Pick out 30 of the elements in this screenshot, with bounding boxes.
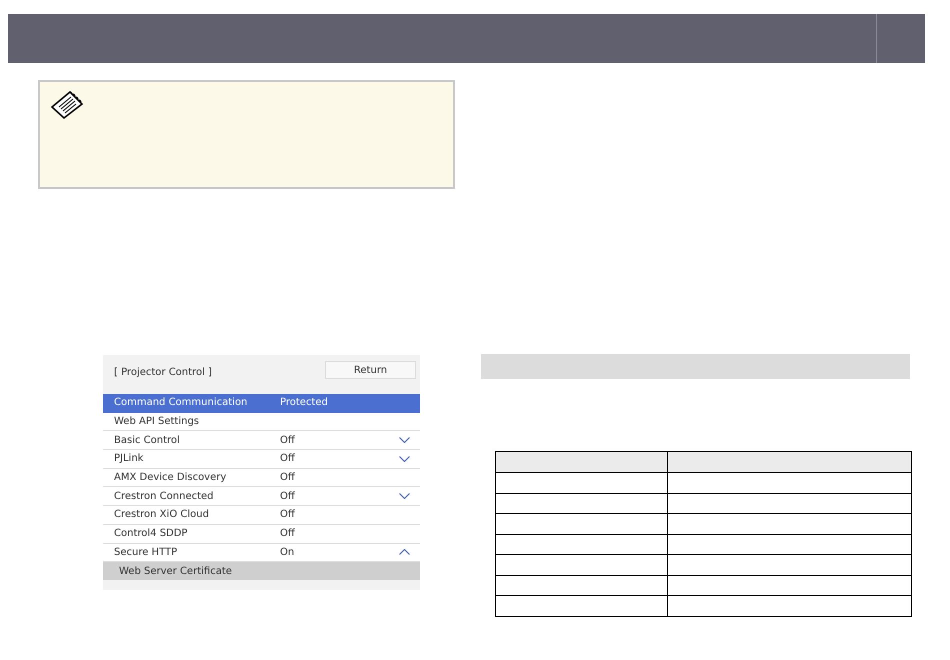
menu-row[interactable]: PJLink Off: [103, 450, 420, 469]
setting-label: Control4 SDDP: [114, 528, 188, 540]
menu-row[interactable]: Command Communication Protected: [103, 394, 420, 413]
menu-row[interactable]: Secure HTTP On: [103, 544, 420, 562]
setting-label: PJLink: [114, 453, 144, 464]
menu-row[interactable]: Basic Control Off: [103, 431, 420, 450]
setting-value: Protected: [280, 397, 329, 408]
setting-label: Web API Settings: [114, 416, 200, 428]
setting-label: AMX Device Discovery: [114, 472, 228, 484]
setting-label: Secure HTTP: [114, 546, 178, 558]
return-button[interactable]: Return: [325, 361, 416, 379]
setting-label: Crestron XiO Cloud: [114, 509, 210, 520]
submenu-item[interactable]: Web Server Certificate: [103, 562, 420, 580]
setting-value: Off: [280, 472, 296, 484]
menu-row[interactable]: Crestron XiO Cloud Off: [103, 506, 420, 525]
setting-value: Off: [280, 528, 296, 540]
menu-title: [ Projector Control ]: [114, 367, 212, 378]
menu-row[interactable]: Control4 SDDP Off: [103, 524, 420, 544]
setting-value: Off: [280, 434, 296, 446]
menu-row[interactable]: Web API Settings: [103, 412, 420, 432]
setting-value: Off: [280, 453, 296, 464]
setting-label: Command Communication: [114, 397, 248, 408]
setting-label: Crestron Connected: [114, 490, 215, 502]
menu-row[interactable]: AMX Device Discovery Off: [103, 468, 420, 488]
menu-row[interactable]: Crestron Connected Off: [103, 487, 420, 506]
setting-label: Basic Control: [114, 434, 181, 446]
notepad-icon: [50, 90, 84, 120]
setting-value: Off: [280, 490, 296, 502]
setting-value: On: [280, 546, 296, 558]
setting-value: Off: [280, 509, 296, 520]
